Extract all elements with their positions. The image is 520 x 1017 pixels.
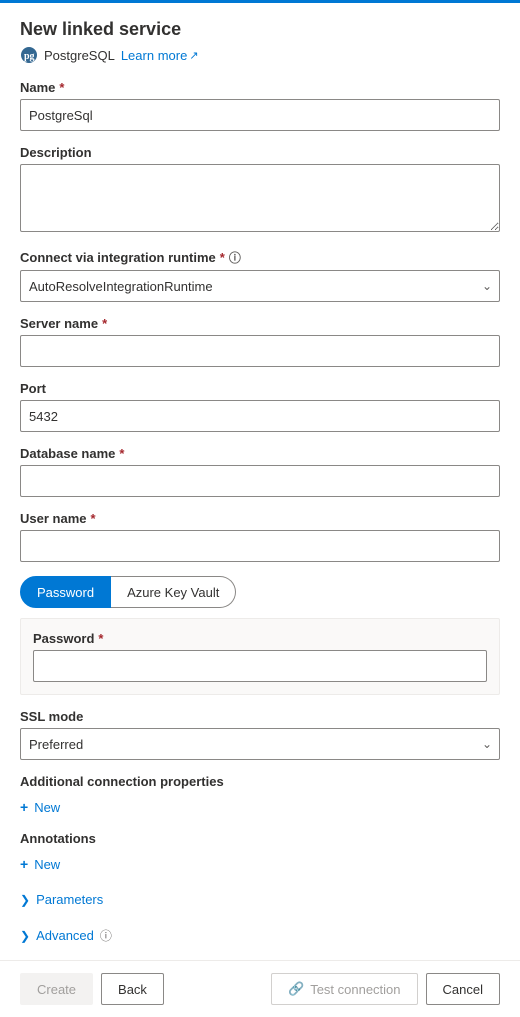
server-name-group: Server name *	[20, 316, 500, 367]
user-name-required: *	[90, 511, 95, 526]
ssl-mode-label: SSL mode	[20, 709, 500, 724]
parameters-header[interactable]: ❯ Parameters	[20, 888, 500, 911]
port-input[interactable]	[20, 400, 500, 432]
external-link-icon: ↗	[189, 49, 198, 62]
description-group: Description	[20, 145, 500, 235]
connect-runtime-select[interactable]: AutoResolveIntegrationRuntime	[20, 270, 500, 302]
name-input[interactable]	[20, 99, 500, 131]
auth-toggle-group: Password Azure Key Vault	[20, 576, 500, 608]
footer-left: Create Back	[20, 973, 164, 1005]
advanced-label: Advanced	[36, 928, 94, 943]
add-connection-property-button[interactable]: + New	[20, 795, 60, 819]
password-required: *	[98, 631, 103, 646]
database-name-input[interactable]	[20, 465, 500, 497]
service-name: PostgreSQL	[44, 48, 115, 63]
password-section: Password *	[20, 618, 500, 695]
azure-key-vault-toggle-btn[interactable]: Azure Key Vault	[111, 576, 236, 608]
footer: Create Back 🔗 Test connection Cancel	[0, 960, 520, 1017]
parameters-chevron-icon: ❯	[20, 893, 30, 907]
add-annotation-button[interactable]: + New	[20, 852, 60, 876]
advanced-chevron-icon: ❯	[20, 929, 30, 943]
description-label: Description	[20, 145, 500, 160]
footer-right: 🔗 Test connection Cancel	[271, 973, 500, 1005]
test-connection-button[interactable]: 🔗 Test connection	[271, 973, 418, 1005]
name-group: Name *	[20, 80, 500, 131]
name-label: Name *	[20, 80, 500, 95]
parameters-section: ❯ Parameters	[20, 888, 500, 911]
create-button[interactable]: Create	[20, 973, 93, 1005]
learn-more-link[interactable]: Learn more ↗	[121, 48, 199, 63]
server-name-label: Server name *	[20, 316, 500, 331]
parameters-label: Parameters	[36, 892, 103, 907]
add-connection-plus-icon: +	[20, 799, 28, 815]
database-name-group: Database name *	[20, 446, 500, 497]
port-group: Port	[20, 381, 500, 432]
password-label: Password *	[33, 631, 487, 646]
additional-connection-title: Additional connection properties	[20, 774, 500, 789]
connect-runtime-label: Connect via integration runtime * ⓘ	[20, 249, 500, 266]
database-name-required: *	[119, 446, 124, 461]
server-name-required: *	[102, 316, 107, 331]
port-label: Port	[20, 381, 500, 396]
server-name-input[interactable]	[20, 335, 500, 367]
service-header: pg PostgreSQL Learn more ↗	[20, 46, 500, 64]
advanced-info-icon[interactable]: ⓘ	[100, 927, 112, 944]
advanced-header[interactable]: ❯ Advanced ⓘ	[20, 923, 500, 948]
connect-runtime-required: *	[220, 250, 225, 265]
additional-connection-section: Additional connection properties + New	[20, 774, 500, 819]
database-name-label: Database name *	[20, 446, 500, 461]
postgresql-icon: pg	[20, 46, 38, 64]
ssl-mode-group: SSL mode Preferred Disable Allow Require…	[20, 709, 500, 760]
description-input[interactable]	[20, 164, 500, 232]
ssl-mode-select[interactable]: Preferred Disable Allow Require VerifyCA…	[20, 728, 500, 760]
panel: New linked service pg PostgreSQL Learn m…	[0, 3, 520, 960]
user-name-group: User name *	[20, 511, 500, 562]
svg-text:pg: pg	[24, 51, 35, 62]
password-input[interactable]	[33, 650, 487, 682]
connect-runtime-info-icon[interactable]: ⓘ	[229, 249, 241, 266]
user-name-input[interactable]	[20, 530, 500, 562]
add-annotation-plus-icon: +	[20, 856, 28, 872]
connect-runtime-select-wrapper: AutoResolveIntegrationRuntime ⌄	[20, 270, 500, 302]
annotations-title: Annotations	[20, 831, 500, 846]
ssl-mode-select-wrapper: Preferred Disable Allow Require VerifyCA…	[20, 728, 500, 760]
user-name-label: User name *	[20, 511, 500, 526]
page-title: New linked service	[20, 19, 500, 40]
test-connection-icon: 🔗	[288, 981, 304, 997]
password-group: Password *	[33, 631, 487, 682]
back-button[interactable]: Back	[101, 973, 164, 1005]
password-toggle-btn[interactable]: Password	[20, 576, 111, 608]
annotations-section: Annotations + New	[20, 831, 500, 876]
cancel-button[interactable]: Cancel	[426, 973, 500, 1005]
name-required: *	[59, 80, 64, 95]
advanced-section: ❯ Advanced ⓘ	[20, 923, 500, 948]
connect-runtime-group: Connect via integration runtime * ⓘ Auto…	[20, 249, 500, 302]
